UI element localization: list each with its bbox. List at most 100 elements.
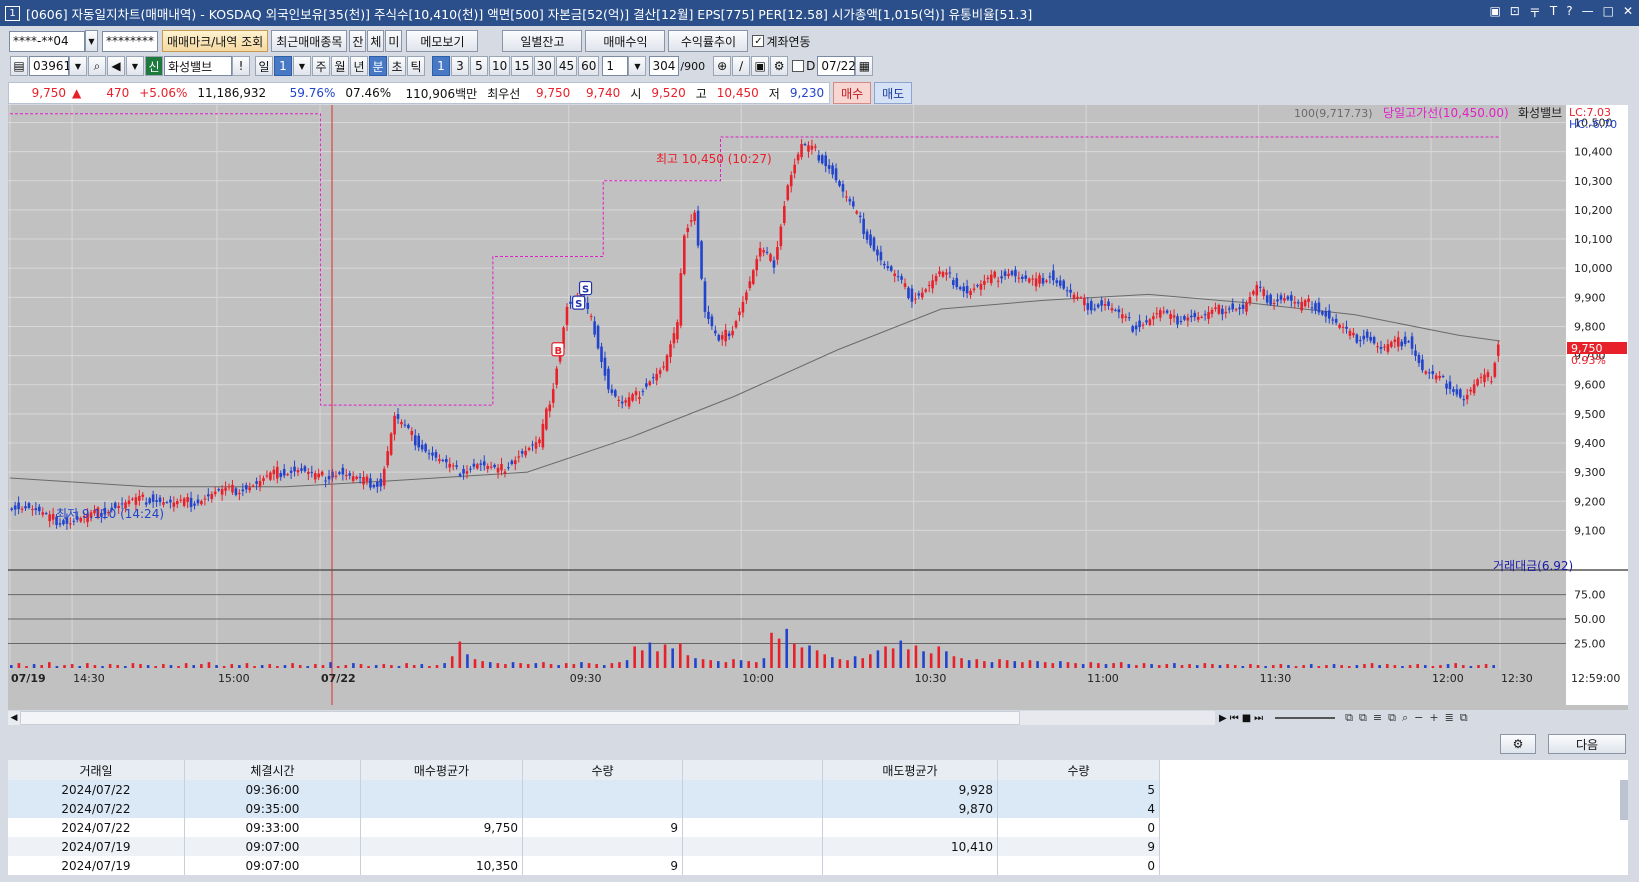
screen-icon[interactable]: ▣ <box>1489 4 1500 21</box>
checkbox-icon[interactable]: ✓ <box>752 35 765 47</box>
table-cell: 9,928 <box>823 780 998 799</box>
minute-button[interactable]: 분 <box>369 56 387 76</box>
date-checkbox[interactable] <box>792 60 805 72</box>
gear-icon[interactable]: ⚙ <box>1500 734 1536 754</box>
candle-body <box>1241 304 1245 309</box>
bar-count-input[interactable]: 304 <box>649 56 680 76</box>
alert-icon[interactable]: ! <box>232 56 250 76</box>
trade-mark-button[interactable]: 매매마크/내역 조회 <box>162 30 269 52</box>
font-icon[interactable]: T <box>1550 4 1557 21</box>
table-row[interactable]: 2024/07/22 09:36:00 9,928 5 <box>8 780 1160 799</box>
candle-body <box>1207 312 1210 319</box>
drawing-icon[interactable]: ∕ <box>732 56 751 76</box>
return-trend-button[interactable]: 수익률추이 <box>668 30 749 52</box>
memo-button[interactable]: 메모보기 <box>406 30 479 52</box>
interval-10[interactable]: 10 <box>489 56 511 76</box>
last-icon[interactable]: ⏭ <box>1254 713 1263 724</box>
interval-5[interactable]: 5 <box>470 56 488 76</box>
price-chart[interactable]: 10,50010,40010,30010,20010,10010,0009,90… <box>8 105 1628 710</box>
speaker-dropdown-icon[interactable]: ▼ <box>126 56 144 76</box>
balance-button[interactable]: 잔 <box>349 30 367 52</box>
save-icon[interactable]: ▣ <box>751 56 770 76</box>
tool-3-icon[interactable]: ≡ <box>1373 711 1382 725</box>
count-input[interactable]: 1 <box>602 56 629 76</box>
first-icon[interactable]: ⏮ <box>1230 713 1239 724</box>
stock-code-input[interactable]: 039610 <box>29 56 79 76</box>
period-value[interactable]: 1 <box>274 56 292 76</box>
day-button[interactable]: 일 <box>255 56 273 76</box>
table-row[interactable]: 2024/07/22 09:33:00 9,750 9 0 <box>8 818 1160 837</box>
table-row[interactable]: 2024/07/19 09:07:00 10,350 9 0 <box>8 856 1160 875</box>
code-dropdown-icon[interactable]: ▼ <box>69 56 87 76</box>
buy-button[interactable]: 매수 <box>833 82 872 104</box>
speaker-icon[interactable]: ◀ <box>107 56 125 76</box>
second-button[interactable]: 초 <box>388 56 406 76</box>
tool-1-icon[interactable]: ⧉ <box>1345 711 1353 725</box>
table-cell: 0 <box>998 856 1160 875</box>
window-icon[interactable]: 1 <box>5 5 20 21</box>
count-dropdown-icon[interactable]: ▼ <box>628 56 647 76</box>
stop-icon[interactable]: ■ <box>1242 713 1251 724</box>
tool-2-icon[interactable]: ⧉ <box>1359 711 1367 725</box>
table-row[interactable]: 2024/07/19 09:07:00 10,410 9 <box>8 837 1160 856</box>
layout-icon[interactable]: ▤ <box>10 56 28 76</box>
settings-icon[interactable]: ⚙ <box>770 56 789 76</box>
stock-name-field[interactable]: 화성밸브 <box>164 56 232 76</box>
scroll-left-icon[interactable]: ◀ <box>8 711 20 725</box>
table-row[interactable]: 2024/07/22 09:35:00 9,870 4 <box>8 799 1160 818</box>
link-account-toggle[interactable]: ✓ 계좌연동 <box>752 33 811 50</box>
volume-bar <box>473 659 477 668</box>
unfilled-button[interactable]: 미 <box>385 30 403 52</box>
recent-stocks-button[interactable]: 최근매매종목 <box>271 30 348 52</box>
next-button[interactable]: 다음 <box>1548 734 1626 754</box>
month-button[interactable]: 월 <box>331 56 349 76</box>
interval-15[interactable]: 15 <box>511 56 533 76</box>
volume-bar <box>420 664 424 668</box>
account-select[interactable]: ****-**04 <box>9 30 85 52</box>
minus-icon[interactable]: − <box>1414 711 1423 725</box>
close-button[interactable]: ✕ <box>1623 4 1633 21</box>
trade-profit-button[interactable]: 매매수익 <box>585 30 666 52</box>
calendar-icon[interactable]: ▦ <box>855 56 874 76</box>
interval-30[interactable]: 30 <box>533 56 555 76</box>
scroll-thumb[interactable] <box>1020 711 1215 725</box>
chart-panel[interactable]: 10,500 10,400 10,300 10,200 10,100 10,000 9,90… <box>8 105 1628 710</box>
help-icon[interactable]: ? <box>1566 4 1572 21</box>
chart-scrollbar[interactable] <box>20 711 1020 725</box>
filled-button[interactable]: 체 <box>367 30 385 52</box>
volume-bar <box>55 666 59 668</box>
volume-bar <box>1173 663 1176 668</box>
zoom-slider[interactable] <box>1275 717 1336 719</box>
table-scrollbar[interactable] <box>1620 780 1628 820</box>
candle-body <box>362 477 365 485</box>
interval-3[interactable]: 3 <box>451 56 469 76</box>
year-button[interactable]: 년 <box>350 56 368 76</box>
zoom-in-icon[interactable]: ⌕ <box>1402 711 1408 725</box>
candle-body <box>313 473 317 480</box>
link-icon[interactable]: ⊡ <box>1510 4 1520 21</box>
high-annotation: 최고 10,450 (10:27) <box>656 152 772 166</box>
interval-45[interactable]: 45 <box>555 56 578 76</box>
sell-button[interactable]: 매도 <box>874 82 913 104</box>
interval-60[interactable]: 60 <box>578 56 600 76</box>
scroll-right-icon[interactable]: ▶ <box>1219 713 1227 724</box>
search-icon[interactable]: ⌕ <box>88 56 106 76</box>
password-field[interactable]: ******** <box>102 30 158 52</box>
tool-6-icon[interactable]: ⧉ <box>1460 711 1468 725</box>
daily-balance-button[interactable]: 일별잔고 <box>502 30 583 52</box>
date-input[interactable]: 07/22 <box>817 56 856 76</box>
candle-body <box>1186 317 1190 321</box>
period-dropdown-icon[interactable]: ▼ <box>293 56 311 76</box>
minimize-button[interactable]: — <box>1582 4 1594 21</box>
tool-4-icon[interactable]: ⧉ <box>1388 711 1396 725</box>
tick-button[interactable]: 틱 <box>407 56 425 76</box>
pin-icon[interactable]: 〒 <box>1529 4 1541 21</box>
volume-bar <box>1446 664 1450 668</box>
plus-icon[interactable]: + <box>1429 711 1438 725</box>
maximize-button[interactable]: □ <box>1603 4 1614 21</box>
indicator-icon[interactable]: ⊕ <box>713 56 732 76</box>
week-button[interactable]: 주 <box>312 56 330 76</box>
tool-5-icon[interactable]: ≣ <box>1445 711 1454 725</box>
interval-1[interactable]: 1 <box>432 56 450 76</box>
account-dropdown-icon[interactable]: ▼ <box>85 30 98 52</box>
